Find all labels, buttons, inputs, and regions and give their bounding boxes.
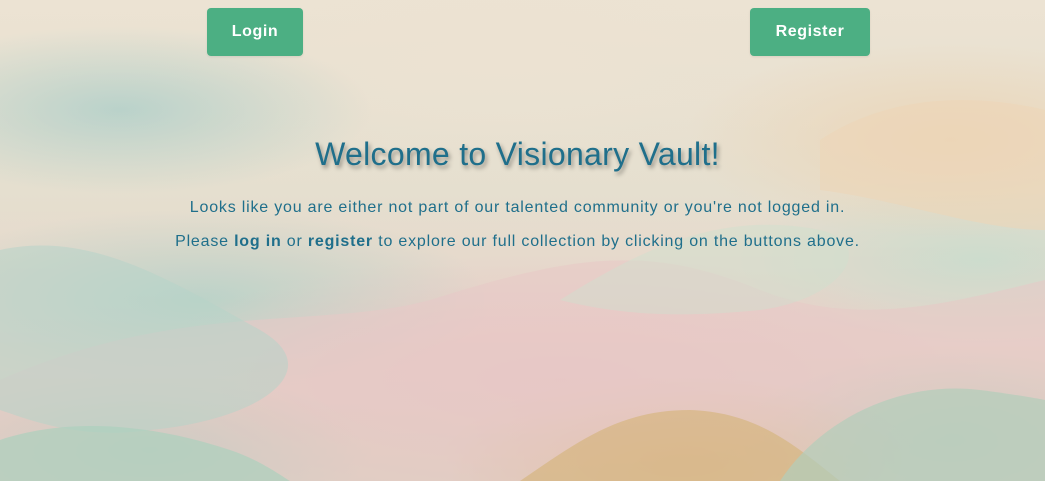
hill-teal-left [0,245,289,433]
cta-middle: or [281,233,308,250]
cta-suffix: to explore our full collection by clicki… [372,233,860,250]
not-logged-in-message: Looks like you are either not part of ou… [189,199,846,216]
register-inline-link: register [307,233,373,250]
cta-prefix: Please [175,233,235,250]
register-button[interactable]: Register [750,8,870,56]
page-title: Welcome to Visionary Vault! [315,136,720,172]
login-button[interactable]: Login [207,8,303,56]
call-to-action-message: Please log in or register to explore our… [0,233,1035,251]
login-inline-link: log in [234,233,282,250]
